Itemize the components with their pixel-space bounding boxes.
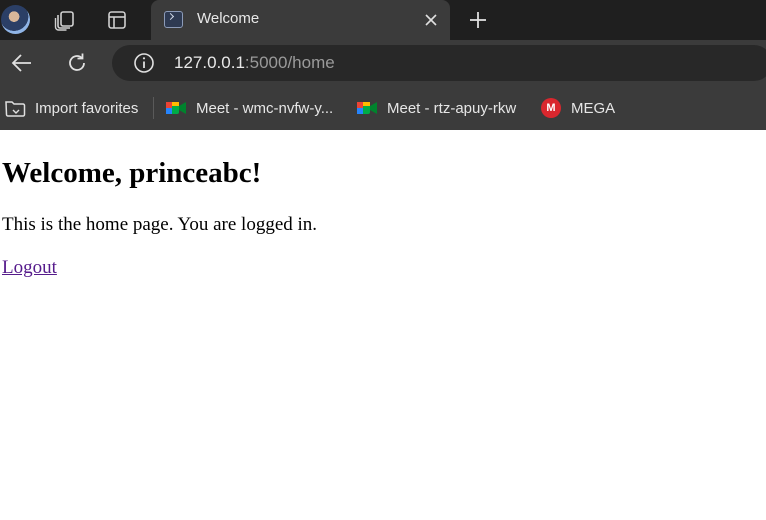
url-path: :5000/home <box>244 53 335 72</box>
address-bar[interactable]: 127.0.0.1:5000/home <box>112 45 766 81</box>
url-text[interactable]: 127.0.0.1:5000/home <box>174 53 335 73</box>
bookmark-separator <box>153 97 154 119</box>
logout-link[interactable]: Logout <box>2 257 57 279</box>
google-meet-icon <box>166 102 186 114</box>
url-host: 127.0.0.1 <box>174 53 245 72</box>
back-arrow-icon[interactable] <box>9 50 35 76</box>
refresh-icon[interactable] <box>64 50 90 76</box>
bookmark-mega[interactable]: M MEGA <box>541 97 615 119</box>
tab-title: Welcome <box>197 10 260 27</box>
navigation-toolbar: 127.0.0.1:5000/home <box>0 40 766 85</box>
bookmark-meet-2[interactable]: Meet - rtz-apuy-rkw <box>357 97 516 119</box>
page-content: Welcome, princeabc! This is the home pag… <box>0 130 766 520</box>
tab-welcome[interactable]: Welcome <box>151 0 450 40</box>
workspaces-icon[interactable] <box>53 8 77 32</box>
bookmark-label: Import favorites <box>35 99 139 117</box>
vertical-tabs-icon[interactable] <box>105 8 129 32</box>
bookmark-import-favorites[interactable]: Import favorites <box>4 97 138 119</box>
tab-strip: Welcome <box>0 0 766 40</box>
info-icon[interactable] <box>133 52 155 74</box>
close-icon[interactable] <box>421 10 441 30</box>
new-tab-icon[interactable] <box>466 8 490 32</box>
browser-chrome: Welcome 127.0.0.1:5000/home Import favor… <box>0 0 766 130</box>
bookmark-label: Meet - wmc-nvfw-y... <box>196 99 334 117</box>
favorites-bar: Import favorites Meet - wmc-nvfw-y... Me… <box>0 85 766 130</box>
status-message: This is the home page. You are logged in… <box>2 214 318 235</box>
page-title: Welcome, princeabc! <box>2 157 262 189</box>
bookmark-label: Meet - rtz-apuy-rkw <box>387 99 517 117</box>
google-meet-icon <box>357 102 377 114</box>
terminal-icon <box>164 11 183 28</box>
profile-avatar[interactable] <box>1 5 30 34</box>
import-favorites-icon <box>5 101 26 117</box>
bookmark-meet-1[interactable]: Meet - wmc-nvfw-y... <box>166 97 333 119</box>
bookmark-label: MEGA <box>571 99 616 117</box>
mega-icon: M <box>541 98 561 118</box>
